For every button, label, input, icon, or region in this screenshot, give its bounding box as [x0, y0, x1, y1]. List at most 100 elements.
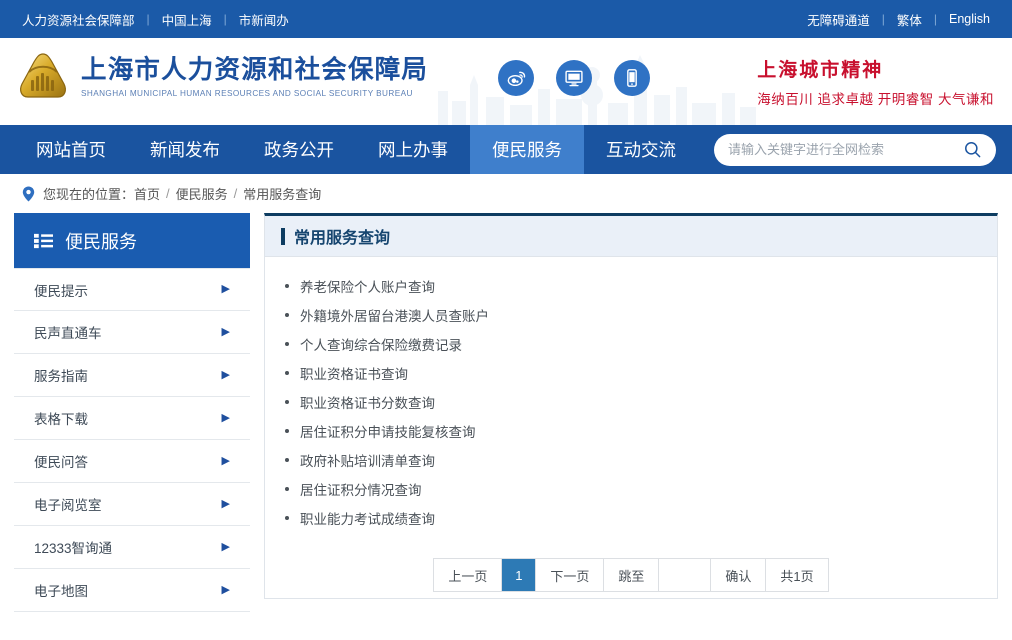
list-item[interactable]: 职业能力考试成绩查询	[285, 503, 977, 532]
list-item[interactable]: 外籍境外居留台港澳人员查账户	[285, 300, 977, 329]
top-link-traditional-chinese[interactable]: 繁体	[897, 10, 922, 29]
sidebar-item-service-guide[interactable]: 服务指南 ▶	[14, 354, 250, 397]
site-title-en: SHANGHAI MUNICIPAL HUMAN RESOURCES AND S…	[81, 89, 413, 99]
sidebar-item-label: 电子地图	[34, 584, 88, 599]
list-item[interactable]: 居住证积分申请技能复核查询	[285, 416, 977, 445]
sidebar: 便民服务 便民提示 ▶ 民声直通车 ▶ 服务指南 ▶ 表格下载 ▶ 便民问答 ▶…	[14, 213, 250, 612]
desktop-site-button[interactable]	[556, 60, 592, 96]
slogan-title: 上海城市精神	[757, 59, 884, 81]
top-link-press-office[interactable]: 市新闻办	[239, 10, 289, 29]
bullet-icon	[285, 486, 289, 491]
list-item-label[interactable]: 居住证积分情况查询	[300, 479, 422, 499]
list-item-label[interactable]: 外籍境外居留台港澳人员查账户	[300, 305, 489, 325]
panel-accent-bar	[281, 227, 285, 245]
site-logo[interactable]: 上海市人力资源和社会保障局 SHANGHAI MUNICIPAL HUMAN R…	[16, 50, 428, 104]
bullet-icon	[285, 399, 289, 404]
sidebar-item-e-map[interactable]: 电子地图 ▶	[14, 569, 250, 612]
mobile-icon	[627, 69, 637, 87]
breadcrumb-separator: /	[233, 186, 238, 201]
sidebar-item-label: 12333智询通	[34, 541, 113, 556]
list-item-label[interactable]: 职业能力考试成绩查询	[300, 508, 435, 528]
sidebar-item-faq[interactable]: 便民问答 ▶	[14, 440, 250, 483]
sidebar-item-12333-smart-inquiry[interactable]: 12333智询通 ▶	[14, 526, 250, 569]
pagination-page-1[interactable]: 1	[502, 559, 537, 591]
site-search[interactable]	[714, 133, 996, 166]
site-header: 上海市人力资源和社会保障局 SHANGHAI MUNICIPAL HUMAN R…	[0, 38, 1012, 125]
nav-item-convenience-services[interactable]: 便民服务	[470, 125, 584, 174]
chevron-right-icon: ▶	[221, 454, 230, 467]
top-link-english[interactable]: English	[949, 12, 990, 26]
breadcrumb-item-common-service-query[interactable]: 常用服务查询	[243, 184, 321, 203]
chevron-right-icon: ▶	[221, 497, 230, 510]
list-item[interactable]: 职业资格证书查询	[285, 358, 977, 387]
pagination-wrapper: 上一页 1 下一页 跳至 确认 共1页	[285, 558, 977, 592]
search-input[interactable]	[728, 142, 963, 157]
bullet-icon	[285, 370, 289, 375]
top-link-mohrss[interactable]: 人力资源社会保障部	[22, 10, 135, 29]
page-body: 便民服务 便民提示 ▶ 民声直通车 ▶ 服务指南 ▶ 表格下载 ▶ 便民问答 ▶…	[0, 213, 1012, 612]
pagination-prev-button[interactable]: 上一页	[434, 559, 503, 591]
sidebar-item-form-download[interactable]: 表格下载 ▶	[14, 397, 250, 440]
sidebar-item-e-reading-room[interactable]: 电子阅览室 ▶	[14, 483, 250, 526]
top-link-accessibility[interactable]: 无障碍通道	[807, 10, 870, 29]
search-icon[interactable]	[963, 140, 982, 159]
pagination-jump-input[interactable]	[659, 559, 712, 591]
breadcrumb-item-convenience-services[interactable]: 便民服务	[176, 184, 228, 203]
top-left-links: 人力资源社会保障部 | 中国上海 | 市新闻办	[22, 10, 289, 29]
list-item[interactable]: 个人查询综合保险缴费记录	[285, 329, 977, 358]
bullet-icon	[285, 283, 289, 288]
chevron-right-icon: ▶	[221, 325, 230, 338]
panel-body: 养老保险个人账户查询 外籍境外居留台港澳人员查账户 个人查询综合保险缴费记录 职…	[265, 257, 997, 592]
social-links	[498, 60, 650, 96]
sidebar-item-public-voice-hotline[interactable]: 民声直通车 ▶	[14, 311, 250, 354]
list-item-label[interactable]: 政府补贴培训清单查询	[300, 450, 435, 470]
nav-item-home[interactable]: 网站首页	[14, 125, 128, 174]
top-link-separator: |	[933, 12, 937, 26]
breadcrumb-item-home[interactable]: 首页	[134, 184, 160, 203]
nav-item-news[interactable]: 新闻发布	[128, 125, 242, 174]
mobile-site-button[interactable]	[614, 60, 650, 96]
chevron-right-icon: ▶	[221, 540, 230, 553]
bullet-icon	[285, 428, 289, 433]
chevron-right-icon: ▶	[221, 411, 230, 424]
list-item-label[interactable]: 个人查询综合保险缴费记录	[300, 334, 462, 354]
bullet-icon	[285, 457, 289, 462]
breadcrumb-prefix: 您现在的位置：	[43, 187, 135, 202]
list-item[interactable]: 居住证积分情况查询	[285, 474, 977, 503]
list-item-label[interactable]: 职业资格证书分数查询	[300, 392, 435, 412]
sidebar-title: 便民服务	[65, 231, 137, 253]
pagination-jump-label[interactable]: 跳至	[604, 559, 660, 591]
top-link-china-shanghai[interactable]: 中国上海	[162, 10, 212, 29]
content-panel: 常用服务查询 养老保险个人账户查询 外籍境外居留台港澳人员查账户 个人查询综合保…	[264, 213, 998, 599]
top-link-separator: |	[146, 12, 150, 26]
top-right-links: 无障碍通道 | 繁体 | English	[807, 10, 990, 29]
site-title-cn: 上海市人力资源和社会保障局	[81, 54, 429, 85]
nav-item-list: 网站首页 新闻发布 政务公开 网上办事 便民服务 互动交流	[14, 125, 698, 174]
weibo-button[interactable]	[498, 60, 534, 96]
bullet-icon	[285, 341, 289, 346]
nav-item-online-services[interactable]: 网上办事	[356, 125, 470, 174]
weibo-icon	[507, 71, 526, 87]
bullet-icon	[285, 312, 289, 317]
list-item[interactable]: 政府补贴培训清单查询	[285, 445, 977, 474]
bullet-icon	[285, 515, 289, 520]
pagination-next-button[interactable]: 下一页	[536, 559, 605, 591]
pagination-total-pages: 共1页	[780, 568, 814, 584]
list-item[interactable]: 职业资格证书分数查询	[285, 387, 977, 416]
nav-item-government-affairs[interactable]: 政务公开	[242, 125, 356, 174]
top-link-separator: |	[223, 12, 227, 26]
list-item[interactable]: 养老保险个人账户查询	[285, 271, 977, 300]
slogan-subtitle: 海纳百川 追求卓越 开明睿智 大气谦和	[757, 91, 994, 107]
sidebar-item-label: 民声直通车	[34, 326, 102, 341]
list-item-label[interactable]: 职业资格证书查询	[300, 363, 408, 383]
city-spirit-slogan: 上海城市精神 海纳百川 追求卓越 开明睿智 大气谦和	[757, 58, 994, 108]
nav-item-interaction[interactable]: 互动交流	[584, 125, 698, 174]
list-item-label[interactable]: 居住证积分申请技能复核查询	[300, 421, 476, 441]
sidebar-item-label: 服务指南	[34, 369, 88, 384]
list-item-label[interactable]: 养老保险个人账户查询	[300, 276, 435, 296]
panel-header: 常用服务查询	[265, 216, 997, 257]
page-title: 常用服务查询	[294, 228, 391, 247]
top-link-separator: |	[881, 12, 885, 26]
sidebar-item-convenience-tips[interactable]: 便民提示 ▶	[14, 268, 250, 311]
pagination-confirm-button[interactable]: 确认	[711, 559, 767, 591]
